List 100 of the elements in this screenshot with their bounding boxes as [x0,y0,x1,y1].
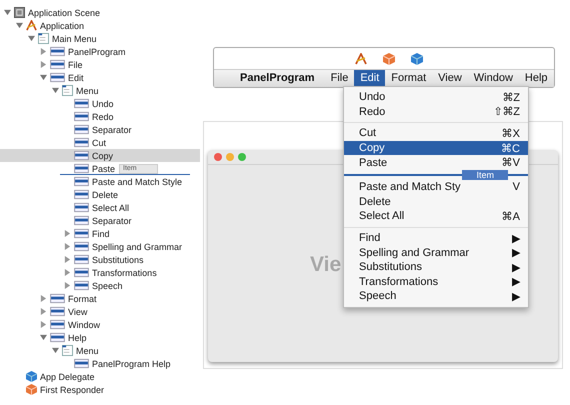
menu-item[interactable]: Redo ⇧⌘Z [344,104,528,120]
menu-item[interactable]: Undo ⌘Z [344,90,528,105]
menu-title[interactable]: PanelProgram [234,70,321,87]
compass-icon [26,20,37,31]
cube-icon[interactable] [411,52,423,64]
menu-item[interactable]: Speech ▶ [344,289,528,304]
outline-label: Substitutions [92,254,144,264]
disclosure-triangle-icon[interactable] [40,48,47,55]
disclosure-triangle-icon[interactable] [40,308,47,315]
outline-label: Main Menu [52,34,97,44]
menu-title[interactable]: Format [385,70,432,87]
outline-row[interactable]: Spelling and Grammar [0,240,200,253]
outline-row[interactable]: Separator [0,214,200,227]
outline-row[interactable]: View [0,305,200,318]
outline-row[interactable]: Main Menu [0,32,200,45]
outline-label: Help [68,332,87,342]
disclosure-triangle-icon[interactable] [52,87,59,94]
menu-title[interactable]: Window [468,70,519,87]
menu-item-icon [74,254,89,265]
outline-label: PanelProgram [68,46,126,56]
menu-item-icon [50,319,65,330]
menu-item-icon [74,124,89,135]
zoom-button[interactable] [238,153,246,161]
outline-label: Separator [92,216,132,226]
outline-row[interactable]: Application [0,19,200,32]
outline-label: Find [92,228,110,238]
menu-item-icon [74,358,89,369]
outline-row[interactable]: Copy [0,149,200,162]
disclosure-triangle-icon[interactable] [40,334,47,341]
menu-item-icon [50,46,65,57]
cube-icon[interactable] [383,52,395,64]
outline-row[interactable]: Paste and Match Style [0,175,200,188]
outline-label: Cut [92,138,106,148]
outline-row[interactable]: Menu [0,84,200,97]
outline-row[interactable]: Delete [0,188,200,201]
menu-item[interactable]: Paste ⌘V [344,155,528,170]
outline-row[interactable]: App Delegate [0,370,200,383]
outline-label: App Delegate [40,372,95,382]
outline-row[interactable]: Select All [0,201,200,214]
disclosure-triangle-icon[interactable] [4,9,11,16]
menu-item[interactable]: Copy ⌘C [344,140,528,156]
outline-row[interactable]: Edit [0,71,200,84]
outline-label: Menu [76,346,99,356]
menu-item[interactable]: Substitutions ▶ [344,260,528,275]
disclosure-triangle-icon[interactable] [64,256,71,263]
disclosure-triangle-icon[interactable] [40,61,47,68]
outline-row[interactable]: PanelProgram [0,45,200,58]
outline-row[interactable]: Cut [0,136,200,149]
outline-row[interactable]: Separator [0,123,200,136]
disclosure-triangle-icon[interactable] [28,35,35,42]
menu-title[interactable]: File [324,70,354,87]
disclosure-triangle-icon[interactable] [40,321,47,328]
outline-row[interactable]: Help [0,331,200,344]
outline-row[interactable]: Application Scene [0,6,200,19]
outline-row[interactable]: PanelProgram Help [0,357,200,370]
outline-row[interactable]: Format [0,292,200,305]
disclosure-triangle-icon[interactable] [16,22,23,29]
outline-label: Undo [92,98,114,108]
menu-title[interactable]: Help [518,70,554,87]
menu-item-icon [74,215,89,226]
scene-icon [14,7,25,18]
menu-item[interactable]: Find ▶ [344,230,528,246]
outline-row[interactable]: Redo [0,110,200,123]
outline-row[interactable]: File [0,58,200,71]
drag-ghost: Item [462,170,508,180]
outline-row[interactable]: Menu [0,344,200,357]
menu-item-icon [74,98,89,109]
outline-row[interactable]: Transformations [0,266,200,279]
menu-item[interactable]: Select All ⌘A [344,209,528,224]
outline-row[interactable]: Find [0,227,200,240]
outline-row[interactable]: First Responder [0,383,200,396]
compass-icon[interactable] [355,52,367,64]
menu-title[interactable]: View [432,70,468,87]
minimize-button[interactable] [226,153,234,161]
outline-row[interactable]: Undo [0,97,200,110]
menu-item[interactable]: Cut ⌘X [344,126,528,141]
outline-row[interactable]: Speech [0,279,200,292]
menu-item[interactable]: Paste and Match Sty V [344,180,528,195]
cube-icon [26,384,37,395]
outline-label: Application [40,20,84,30]
outline-row[interactable]: Substitutions [0,253,200,266]
disclosure-triangle-icon[interactable] [64,243,71,250]
disclosure-triangle-icon[interactable] [52,347,59,354]
menu-item-icon [74,241,89,252]
disclosure-triangle-icon[interactable] [64,230,71,237]
outline-row[interactable]: Window [0,318,200,331]
disclosure-triangle-icon[interactable] [40,295,47,302]
menu-title[interactable]: Edit [354,70,386,87]
menu-item-icon [74,189,89,200]
menu-item[interactable]: Delete [344,194,528,210]
menu-item[interactable]: Spelling and Grammar ▶ [344,245,528,260]
menu-item[interactable]: Transformations ▶ [344,274,528,290]
disclosure-triangle-icon[interactable] [64,282,71,289]
disclosure-triangle-icon[interactable] [40,74,47,81]
menu-icon [38,33,49,44]
close-button[interactable] [214,153,222,161]
outline-label: Spelling and Grammar [92,242,182,252]
outline-label: First Responder [40,384,104,394]
outline-label: Transformations [92,268,157,278]
disclosure-triangle-icon[interactable] [64,269,71,276]
